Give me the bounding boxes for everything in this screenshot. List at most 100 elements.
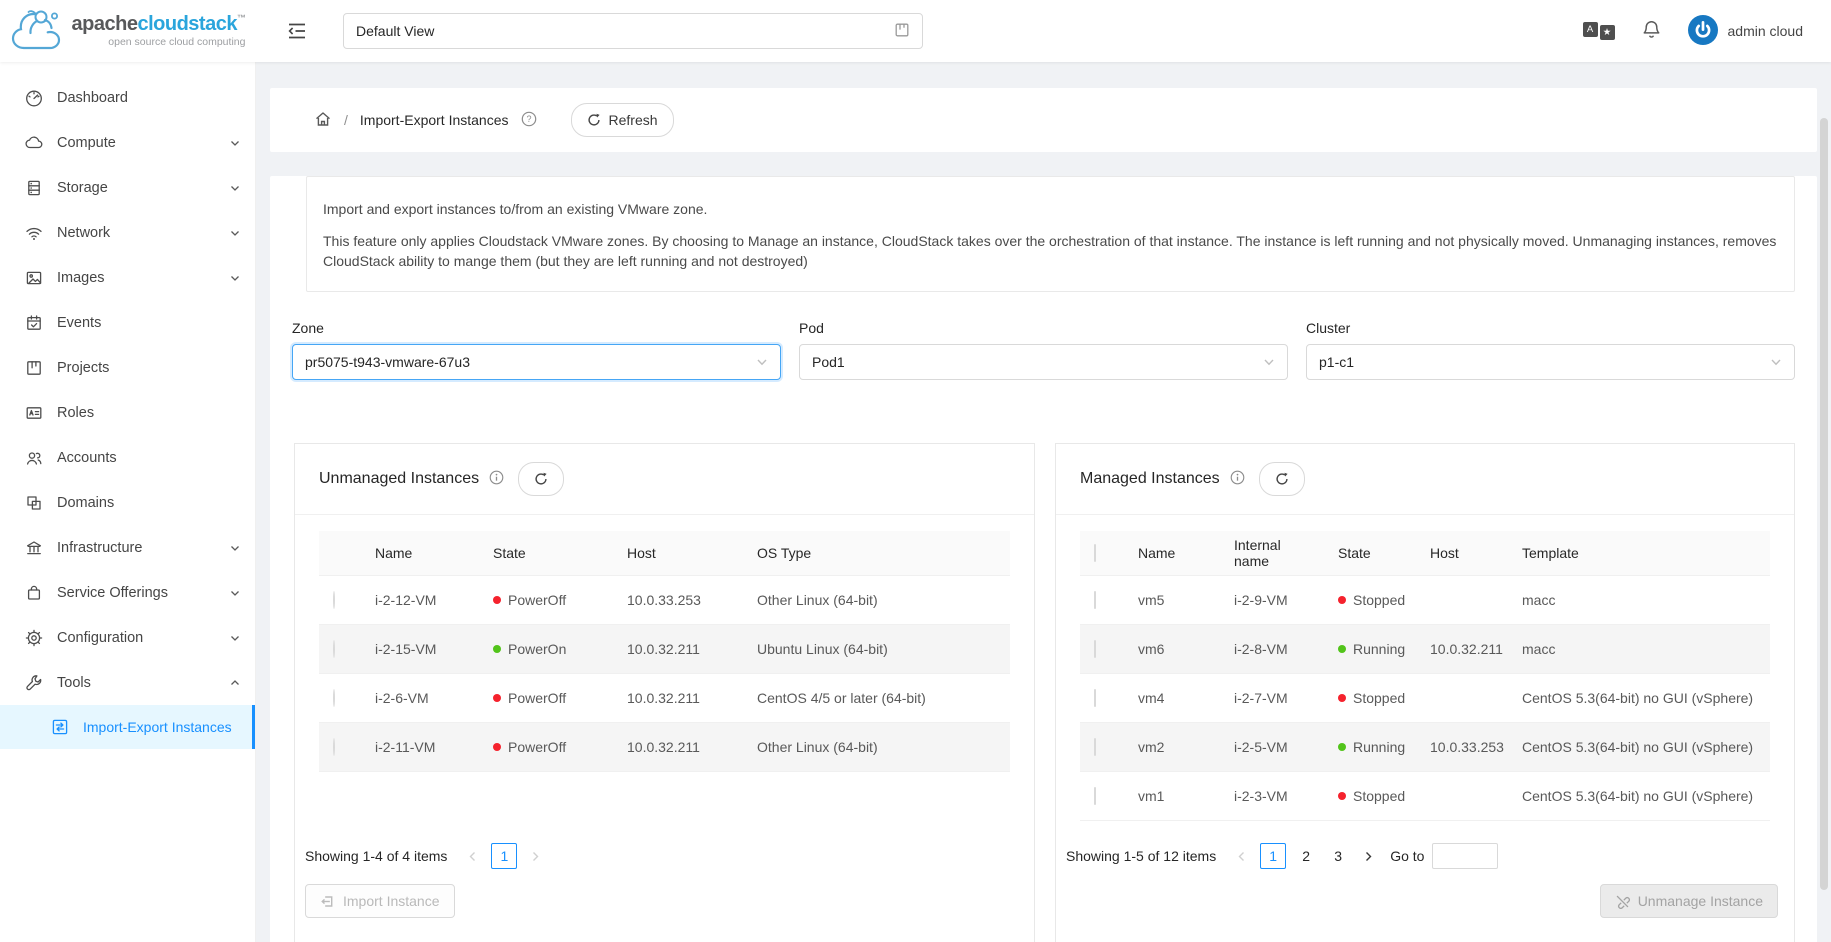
sidebar-item-label: Storage — [57, 180, 216, 196]
cluster-label: Cluster — [1306, 320, 1795, 336]
brand-text: apachecloudstack™ open source cloud comp… — [72, 14, 246, 48]
sidebar-item-storage[interactable]: Storage — [0, 165, 255, 210]
table-row[interactable]: i-2-15-VMPowerOn10.0.32.211Ubuntu Linux … — [319, 625, 1010, 674]
sidebar-item-images[interactable]: Images — [0, 255, 255, 300]
page-prev-button[interactable] — [1232, 844, 1252, 868]
sidebar-item-accounts[interactable]: Accounts — [0, 435, 255, 480]
page-number-3[interactable]: 3 — [1326, 844, 1350, 868]
table-row[interactable]: vm2i-2-5-VMRunning10.0.33.253CentOS 5.3(… — [1080, 723, 1770, 772]
configuration-icon — [24, 628, 44, 648]
menu-fold-icon[interactable] — [287, 22, 307, 40]
header-actions: A★ admin cloud — [1583, 15, 1804, 48]
column-header: Template — [1510, 531, 1770, 576]
table-row[interactable]: vm1i-2-3-VMStoppedCentOS 5.3(64-bit) no … — [1080, 772, 1770, 821]
sidebar-item-label: Service Offerings — [57, 585, 216, 601]
user-name: admin cloud — [1728, 23, 1804, 39]
notification-bell-icon[interactable] — [1641, 19, 1662, 43]
compute-icon — [24, 133, 44, 153]
cluster-select-value: p1-c1 — [1319, 354, 1354, 370]
table-row[interactable]: vm4i-2-7-VMStoppedCentOS 5.3(64-bit) no … — [1080, 674, 1770, 723]
table-row[interactable]: vm6i-2-8-VMRunning10.0.32.211macc — [1080, 625, 1770, 674]
sidebar-item-roles[interactable]: Roles — [0, 390, 255, 435]
row-checkbox[interactable] — [1094, 640, 1096, 658]
refresh-button-label: Refresh — [609, 112, 658, 128]
sidebar-item-tools[interactable]: Tools — [0, 660, 255, 705]
home-icon[interactable] — [314, 110, 332, 131]
row-checkbox[interactable] — [1094, 591, 1096, 609]
page-next-button[interactable] — [525, 844, 545, 868]
cell-state: Running — [1326, 625, 1418, 674]
managed-instances-panel: Managed Instances NameInternal nameState… — [1055, 443, 1795, 942]
table-row[interactable]: i-2-12-VMPowerOff10.0.33.253Other Linux … — [319, 576, 1010, 625]
table-row[interactable]: i-2-11-VMPowerOff10.0.32.211Other Linux … — [319, 723, 1010, 772]
import-instance-button[interactable]: Import Instance — [305, 884, 455, 918]
feature-description: Import and export instances to/from an e… — [306, 176, 1795, 292]
sidebar-item-service-offerings[interactable]: Service Offerings — [0, 570, 255, 615]
service-offerings-icon — [24, 583, 44, 603]
row-radio[interactable] — [333, 640, 335, 658]
table-row[interactable]: vm5i-2-9-VMStoppedmacc — [1080, 576, 1770, 625]
top-header: apachecloudstack™ open source cloud comp… — [0, 0, 1831, 62]
row-radio[interactable] — [333, 689, 335, 707]
cell-state: PowerOff — [481, 576, 615, 625]
description-line-1: Import and export instances to/from an e… — [323, 199, 1778, 219]
unmanaged-reload-button[interactable] — [518, 462, 564, 496]
avatar — [1688, 15, 1718, 48]
view-select[interactable]: Default View — [343, 13, 923, 49]
sidebar-item-import-export-instances[interactable]: Import-Export Instances — [0, 705, 255, 749]
column-header: OS Type — [745, 531, 1010, 576]
cloudstack-logo[interactable]: apachecloudstack™ open source cloud comp… — [0, 7, 255, 56]
table-row[interactable]: i-2-6-VMPowerOff10.0.32.211CentOS 4/5 or… — [319, 674, 1010, 723]
cell-template: macc — [1510, 625, 1770, 674]
sidebar-item-label: Projects — [57, 360, 241, 376]
cell-os: Ubuntu Linux (64-bit) — [745, 625, 1010, 674]
cell-internal: i-2-5-VM — [1222, 723, 1326, 772]
events-icon — [24, 313, 44, 333]
translate-icon[interactable]: A★ — [1583, 22, 1615, 40]
sidebar-item-network[interactable]: Network — [0, 210, 255, 255]
sidebar-item-events[interactable]: Events — [0, 300, 255, 345]
row-checkbox[interactable] — [1094, 787, 1096, 805]
page-number-1[interactable]: 1 — [491, 843, 517, 869]
page-prev-button[interactable] — [463, 844, 483, 868]
page-number-1[interactable]: 1 — [1260, 843, 1286, 869]
scrollbar-thumb[interactable] — [1820, 118, 1828, 890]
cell-template: CentOS 5.3(64-bit) no GUI (vSphere) — [1510, 723, 1770, 772]
column-header: Name — [1126, 531, 1222, 576]
cell-name: i-2-15-VM — [363, 625, 481, 674]
description-line-2: This feature only applies Cloudstack VMw… — [323, 231, 1778, 271]
zone-select[interactable]: pr5075-t943-vmware-67u3 — [292, 344, 781, 380]
unmanaged-instances-panel: Unmanaged Instances NameStateHostOS Type… — [294, 443, 1035, 942]
unmanaged-pagination-summary: Showing 1-4 of 4 items — [305, 848, 447, 864]
translate-a-glyph: A — [1583, 22, 1598, 37]
row-radio[interactable] — [333, 591, 335, 609]
page-number-2[interactable]: 2 — [1294, 844, 1318, 868]
sidebar-item-dashboard[interactable]: Dashboard — [0, 75, 255, 120]
page-next-button[interactable] — [1358, 844, 1378, 868]
refresh-button[interactable]: Refresh — [571, 103, 674, 137]
cell-os: CentOS 4/5 or later (64-bit) — [745, 674, 1010, 723]
sidebar-item-configuration[interactable]: Configuration — [0, 615, 255, 660]
row-checkbox[interactable] — [1094, 738, 1096, 756]
breadcrumb-bar: / Import-Export Instances ? Refresh — [270, 88, 1817, 152]
main-content: / Import-Export Instances ? Refresh Impo… — [255, 62, 1831, 942]
pod-select[interactable]: Pod1 — [799, 344, 1288, 380]
row-checkbox[interactable] — [1094, 689, 1096, 707]
goto-page-input[interactable] — [1432, 843, 1498, 869]
select-all-checkbox[interactable] — [1094, 544, 1096, 562]
translate-star-glyph: ★ — [1600, 25, 1615, 40]
cluster-select[interactable]: p1-c1 — [1306, 344, 1795, 380]
managed-reload-button[interactable] — [1259, 462, 1305, 496]
sidebar-item-infrastructure[interactable]: Infrastructure — [0, 525, 255, 570]
unmanage-instance-button[interactable]: Unmanage Instance — [1600, 884, 1778, 918]
sidebar-item-compute[interactable]: Compute — [0, 120, 255, 165]
unmanaged-table-wrap: NameStateHostOS Typei-2-12-VMPowerOff10.… — [295, 515, 1034, 772]
row-radio[interactable] — [333, 738, 335, 756]
sidebar-item-domains[interactable]: Domains — [0, 480, 255, 525]
user-menu[interactable]: admin cloud — [1688, 15, 1804, 48]
dashboard-icon — [24, 88, 44, 108]
zone-select-value: pr5075-t943-vmware-67u3 — [305, 354, 470, 370]
help-icon[interactable]: ? — [521, 111, 537, 130]
sidebar-item-projects[interactable]: Projects — [0, 345, 255, 390]
sidebar-item-label: Events — [57, 315, 241, 331]
